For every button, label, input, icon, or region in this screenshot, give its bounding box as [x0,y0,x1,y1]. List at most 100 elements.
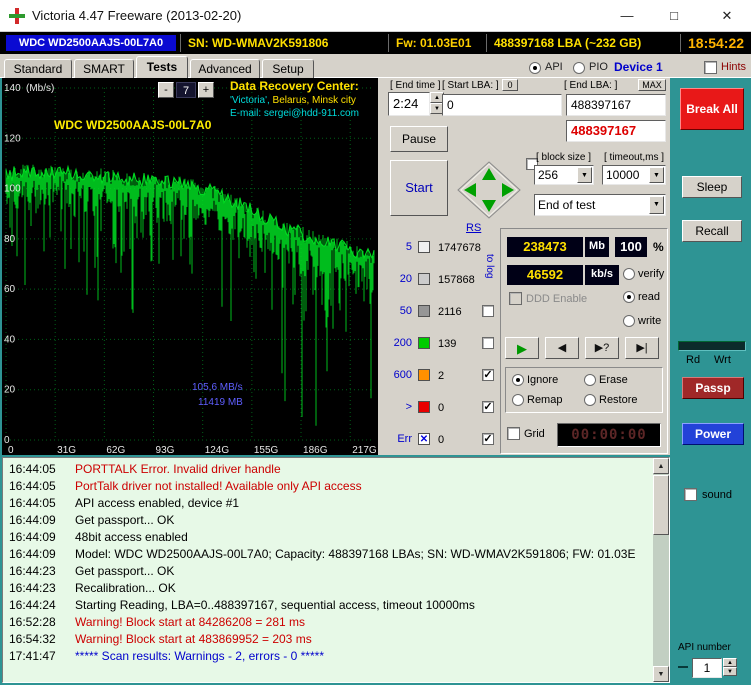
end-lba-max-button[interactable]: MAX [638,79,666,91]
sleep-button[interactable]: Sleep [682,176,742,198]
restore-radio-label: Restore [599,394,638,406]
pause-button[interactable]: Pause [390,126,448,152]
sound-checkbox[interactable] [684,488,697,501]
stat-count: 157868 [438,274,475,286]
block-size-label: [ block size ] [536,152,592,163]
api-radio[interactable] [529,62,541,74]
scrollbar-thumb[interactable] [653,475,669,535]
step-back-button[interactable]: ◀ [545,337,579,359]
passp-button[interactable]: Passp [682,377,744,399]
start-lba-field[interactable]: 0 [442,94,562,116]
stat-color-box [418,241,430,253]
ddd-enable-checkbox[interactable] [509,292,522,305]
stat-threshold-label: 20 [399,273,412,285]
write-radio[interactable] [623,315,635,327]
stat-count: 139 [438,338,457,350]
stat-count: 2 [438,370,445,382]
progress-panel: 238473 Mb 100 % 46592 kb/s verify DDD En… [500,228,668,454]
grid-checkbox[interactable] [507,427,520,440]
stat-color-box [418,273,430,285]
api-number-spinner[interactable] [723,658,737,678]
break-all-button[interactable]: Break All [680,88,744,130]
log-scrollbar[interactable] [653,458,669,682]
tab-advanced[interactable]: Advanced [190,59,260,78]
jump-question-button[interactable]: ▶? [585,337,619,359]
end-of-test-select[interactable]: End of test [534,194,666,216]
stat-count: 2116 [438,306,462,318]
close-button[interactable]: ✕ [703,0,751,32]
read-radio[interactable] [623,291,635,303]
hints-checkbox[interactable] [704,61,717,74]
banner-line3: E-mail: sergei@hdd-911.com [230,108,359,119]
stat-color-box [418,337,430,349]
timeout-label: [ timeout,ms ] [604,152,665,163]
block-size-select[interactable]: 256 [534,165,594,185]
remap-radio[interactable] [512,394,524,406]
svg-text:124G: 124G [205,445,230,455]
scroll-up-icon[interactable] [653,458,669,474]
drive-firmware: Fw: 01.03E01 [396,36,472,50]
zoom-out-button[interactable]: - [158,82,174,98]
chevron-down-icon[interactable] [577,167,592,183]
end-time-field[interactable]: 2:24 [388,92,430,116]
chevron-down-icon[interactable] [649,196,664,214]
tab-smart[interactable]: SMART [74,59,134,78]
device-label: Device 1 [614,60,663,74]
start-lba-min-button[interactable]: 0 [502,79,518,91]
divider [180,34,181,52]
stat-color-box [418,401,430,413]
end-lba-label: [ End LBA: ] [564,80,618,91]
maximize-button[interactable]: □ [653,0,695,32]
percent-unit-label: % [653,240,664,254]
minimize-button[interactable]: — [606,0,648,32]
ddd-enable-label: DDD Enable [526,293,588,305]
tab-setup[interactable]: Setup [262,59,314,78]
api-number-field[interactable]: 1 [692,658,722,678]
log-line: 16:44:23 Recalibration... OK [9,581,176,595]
chevron-down-icon[interactable] [649,167,664,183]
mb-done-display: 238473 [507,237,583,257]
power-button[interactable]: Power [682,423,744,445]
ignore-radio[interactable] [512,374,524,386]
victoria-window: Victoria 4.47 Freeware (2013-02-20) — □ … [0,0,751,685]
jump-end-button[interactable]: ▶| [625,337,659,359]
erase-radio[interactable] [584,374,596,386]
start-button[interactable]: Start [390,160,448,216]
test-control-panel: [ End time ] 2:24 [ Start LBA: ] 0 [ End… [378,78,670,455]
rs-link[interactable]: RS [466,222,481,234]
stat-log-checkbox[interactable] [482,401,494,413]
end-lba-field[interactable]: 488397167 [566,94,666,116]
clock: 18:54:22 [688,35,745,51]
svg-text:(Mb/s): (Mb/s) [26,83,54,94]
scroll-down-icon[interactable] [653,666,669,682]
stat-threshold-label: 50 [399,305,412,317]
tab-standard[interactable]: Standard [4,59,72,78]
play-button[interactable]: ▶ [505,337,539,359]
nav-pad-icon[interactable] [456,160,522,220]
recall-button[interactable]: Recall [682,220,742,242]
pio-radio[interactable] [573,62,585,74]
rw-activity-led [678,341,746,351]
drive-info-bar: WDC WD2500AAJS-00L7A0 SN: WD-WMAV2K59180… [0,32,751,54]
end-time-label: [ End time ] [390,80,441,91]
log-line: 16:54:32 Warning! Block start at 48386995… [9,632,312,646]
api-number-label: API number [678,642,731,653]
restore-radio[interactable] [584,394,596,406]
stat-log-checkbox[interactable] [482,369,494,381]
svg-text:60: 60 [4,284,16,295]
stat-row-600: 600 2 [384,362,502,392]
zoom-in-button[interactable]: + [198,82,214,98]
stat-count: 0 [438,402,445,414]
stat-log-checkbox[interactable] [482,337,494,349]
divider [678,666,688,668]
svg-text:0: 0 [8,445,14,455]
log-line: 16:44:05 PORTTALK Error. Invalid driver h… [9,462,281,476]
verify-radio[interactable] [623,268,635,280]
svg-text:217G: 217G [352,445,377,455]
timeout-select[interactable]: 10000 [602,165,666,185]
stat-log-checkbox[interactable] [482,433,494,445]
tab-tests[interactable]: Tests [136,56,188,78]
stat-threshold-label: 600 [393,369,412,381]
app-icon [9,8,25,24]
stat-log-checkbox[interactable] [482,305,494,317]
